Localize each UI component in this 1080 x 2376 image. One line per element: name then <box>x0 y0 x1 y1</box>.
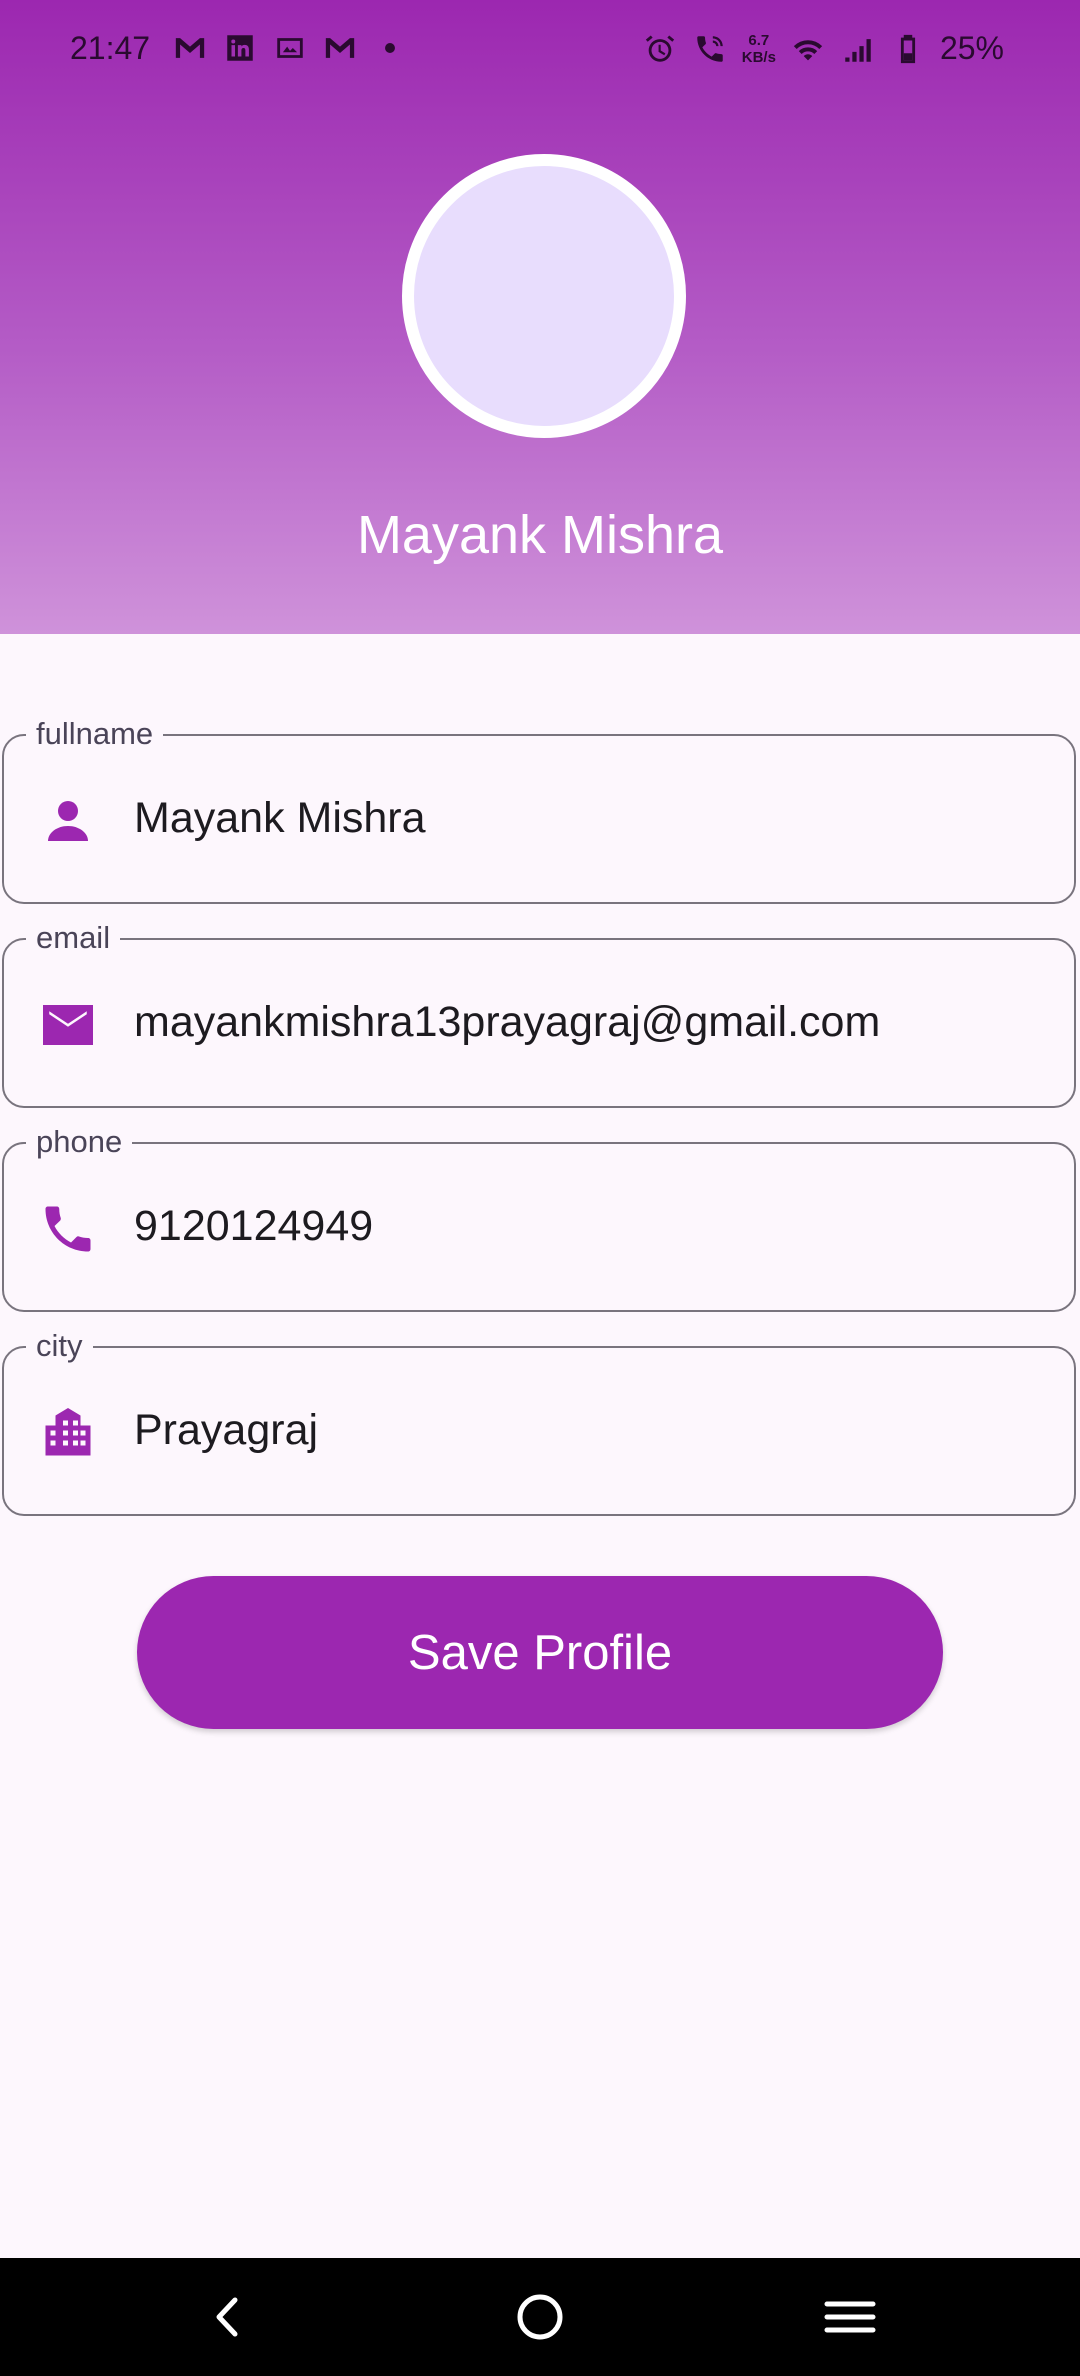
email-label: email <box>26 918 121 958</box>
signal-icon <box>840 31 876 67</box>
fullname-input[interactable]: Mayank Mishra <box>134 736 426 901</box>
battery-percent: 25% <box>939 30 1004 66</box>
gmail-icon <box>172 30 208 66</box>
city-icon <box>38 1403 98 1463</box>
email-field[interactable]: email mayankmishra13prayagraj@gmail.com <box>2 918 1076 1108</box>
home-icon[interactable] <box>505 2282 575 2352</box>
save-profile-button[interactable]: Save Profile <box>137 1576 943 1729</box>
battery-icon <box>890 31 926 67</box>
gmail-icon <box>322 30 358 66</box>
network-speed: 6.7 KB/s <box>742 32 776 66</box>
network-speed-unit: KB/s <box>741 48 776 66</box>
wifi-calling-icon <box>692 31 728 67</box>
menu-icon[interactable] <box>815 2282 885 2352</box>
city-field[interactable]: city Prayagraj <box>2 1326 1076 1516</box>
email-input[interactable]: mayankmishra13prayagraj@gmail.com <box>134 940 880 1105</box>
dot-icon <box>372 30 408 66</box>
navigation-bar <box>0 2258 1080 2376</box>
status-bar: 21:47 6.7 KB/s 25% <box>0 0 1080 100</box>
back-icon[interactable] <box>193 2282 263 2352</box>
status-time: 21:47 <box>70 30 151 66</box>
city-input[interactable]: Prayagraj <box>134 1348 318 1513</box>
mail-icon <box>38 995 98 1055</box>
city-label: city <box>26 1326 93 1366</box>
network-speed-value: 6.7 <box>748 31 770 49</box>
phone-icon <box>38 1199 98 1259</box>
avatar[interactable] <box>402 154 686 438</box>
linkedin-icon <box>222 30 258 66</box>
wifi-icon <box>790 31 826 67</box>
person-icon <box>38 791 98 851</box>
fullname-field[interactable]: fullname Mayank Mishra <box>2 714 1076 904</box>
profile-header: 21:47 6.7 KB/s 25% Mayank Mishra <box>0 0 1080 634</box>
notification-icons <box>172 30 408 66</box>
profile-name: Mayank Mishra <box>356 505 724 565</box>
phone-field[interactable]: phone 9120124949 <box>2 1122 1076 1312</box>
alarm-icon <box>642 31 678 67</box>
phone-input[interactable]: 9120124949 <box>134 1144 373 1309</box>
status-indicators: 6.7 KB/s 25% <box>642 30 1004 67</box>
phone-label: phone <box>26 1122 133 1162</box>
gallery-icon <box>272 30 308 66</box>
